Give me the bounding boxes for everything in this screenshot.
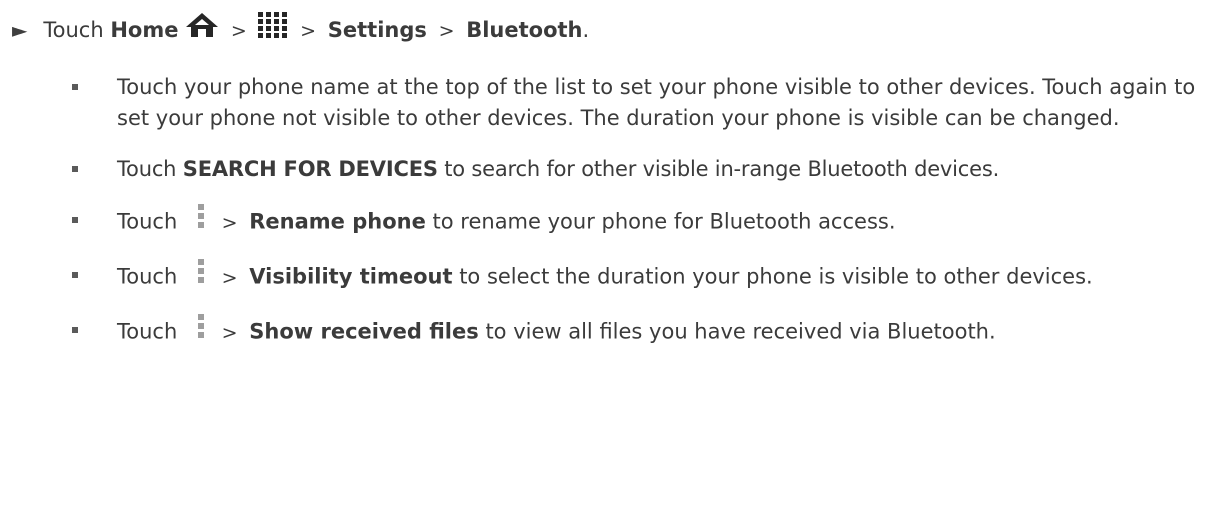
step-home-label: Home	[110, 18, 179, 42]
more-options-icon	[197, 313, 204, 348]
visibility-timeout-label: Visibility timeout	[249, 264, 453, 289]
bullet-square-icon	[72, 217, 78, 223]
apps-grid-icon	[258, 12, 288, 46]
bullet-separator: >	[221, 321, 238, 344]
home-icon	[185, 12, 219, 46]
list-item: Touch SEARCH FOR DEVICES to search for o…	[72, 154, 1207, 185]
bullet-touch-text: Touch	[117, 264, 178, 289]
search-for-devices-label: SEARCH FOR DEVICES	[182, 157, 438, 181]
step-settings-label: Settings	[327, 18, 427, 42]
show-received-files-label: Show received files	[249, 319, 479, 344]
step-touch-text: Touch	[43, 18, 104, 42]
step-arrow-icon: ►	[12, 18, 28, 42]
bullet-separator: >	[221, 211, 238, 234]
bullet-text: Touch your phone name at the top of the …	[117, 75, 1196, 130]
bullet-square-icon	[72, 166, 78, 172]
bullet-text: to view all files you have received via …	[485, 319, 996, 344]
bullet-square-icon	[72, 327, 78, 333]
bullet-text: to rename your phone for Bluetooth acces…	[432, 209, 896, 234]
bullet-touch-text: Touch	[117, 209, 178, 234]
list-item: Touch > Rename phone to rename your phon…	[72, 203, 1207, 240]
bullet-touch-text: Touch	[117, 157, 177, 181]
bullet-square-icon	[72, 272, 78, 278]
more-options-icon	[197, 258, 204, 293]
rename-phone-label: Rename phone	[249, 209, 426, 234]
step-instruction: ► Touch Home > > Settings > Bluetooth.	[12, 12, 590, 48]
step-separator: >	[438, 20, 455, 42]
bullet-text: to select the duration your phone is vis…	[459, 264, 1093, 289]
list-item: Touch your phone name at the top of the …	[72, 72, 1207, 134]
document-page: ► Touch Home > > Settings > Bluetooth. T…	[0, 0, 1215, 509]
list-item: Touch > Visibility timeout to select the…	[72, 258, 1207, 295]
bullet-square-icon	[72, 84, 78, 90]
bullet-list: Touch your phone name at the top of the …	[72, 72, 1207, 370]
bullet-separator: >	[221, 266, 238, 289]
list-item: Touch > Show received files to view all …	[72, 313, 1207, 350]
step-separator: >	[230, 20, 247, 42]
step-bluetooth-label: Bluetooth	[466, 18, 583, 42]
bullet-touch-text: Touch	[117, 319, 178, 344]
step-period: .	[582, 18, 590, 42]
step-separator: >	[300, 20, 317, 42]
bullet-text: to search for other visible in-range Blu…	[444, 157, 1000, 181]
more-options-icon	[197, 203, 204, 238]
